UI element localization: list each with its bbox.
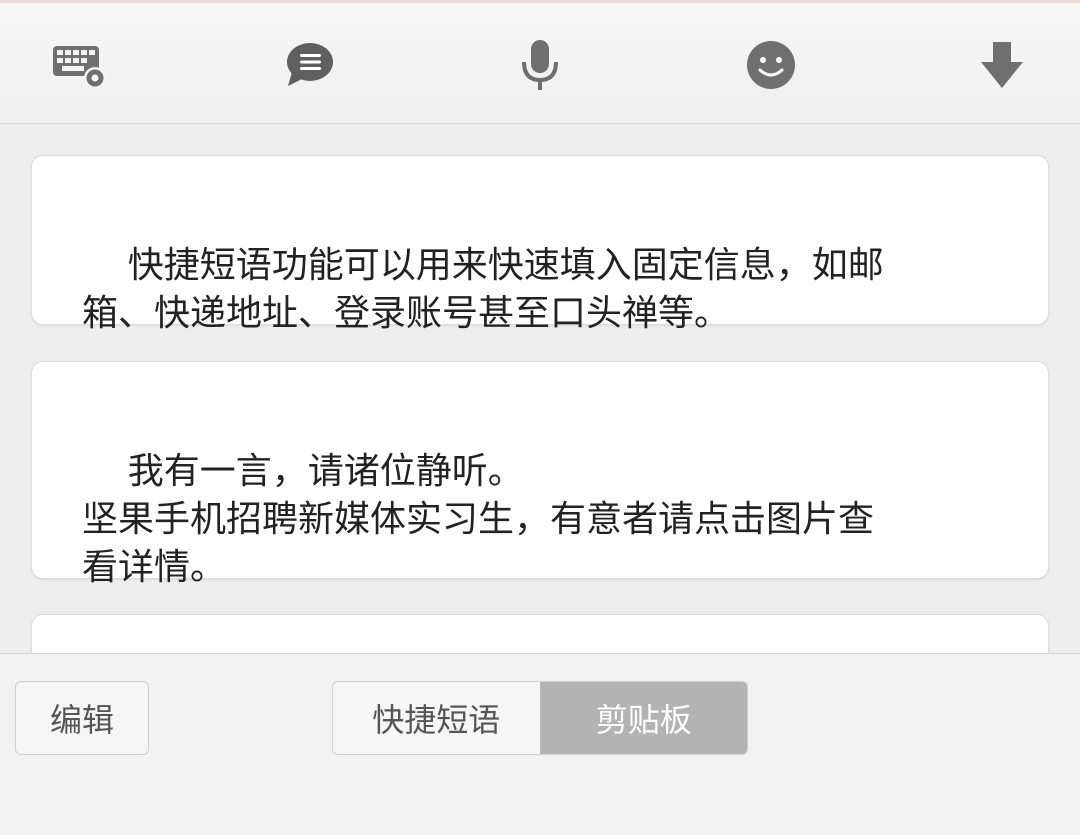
phrase-card[interactable]: 我有一言，请诸位静听。 坚果手机招聘新媒体实习生，有意者请点击图片查 看详情。: [31, 361, 1049, 588]
keyboard-settings-button[interactable]: [46, 33, 110, 97]
microphone-icon: [522, 40, 558, 90]
emoji-button[interactable]: [739, 33, 803, 97]
quick-phrase-button[interactable]: [277, 33, 341, 97]
arrow-down-icon: [981, 42, 1023, 88]
tab-clipboard[interactable]: 剪贴板: [539, 682, 747, 754]
phrase-card[interactable]: [31, 614, 1049, 653]
edit-button[interactable]: 编辑: [15, 681, 149, 755]
phrase-card[interactable]: 快捷短语功能可以用来快速填入固定信息，如邮 箱、快递地址、登录账号甚至口头禅等。: [31, 155, 1049, 334]
voice-input-button[interactable]: [508, 33, 572, 97]
phrase-text: 我有一言，请诸位静听。 坚果手机招聘新媒体实习生，有意者请点击图片查 看详情。: [82, 451, 875, 588]
keyboard-toolbar: [0, 0, 1080, 124]
phrase-list[interactable]: 快捷短语功能可以用来快速填入固定信息，如邮 箱、快递地址、登录账号甚至口头禅等。…: [0, 124, 1080, 653]
tab-quick-phrases[interactable]: 快捷短语: [333, 682, 540, 754]
phrase-text: 快捷短语功能可以用来快速填入固定信息，如邮 箱、快递地址、登录账号甚至口头禅等。: [82, 245, 884, 334]
tab-switcher: 快捷短语 剪贴板: [332, 681, 748, 755]
keyboard-settings-icon: [53, 46, 106, 89]
bottom-bar: 编辑 快捷短语 剪贴板: [0, 653, 1080, 835]
hide-keyboard-button[interactable]: [970, 33, 1034, 97]
chat-bubble-icon: [287, 43, 333, 86]
smiley-icon: [747, 41, 795, 89]
